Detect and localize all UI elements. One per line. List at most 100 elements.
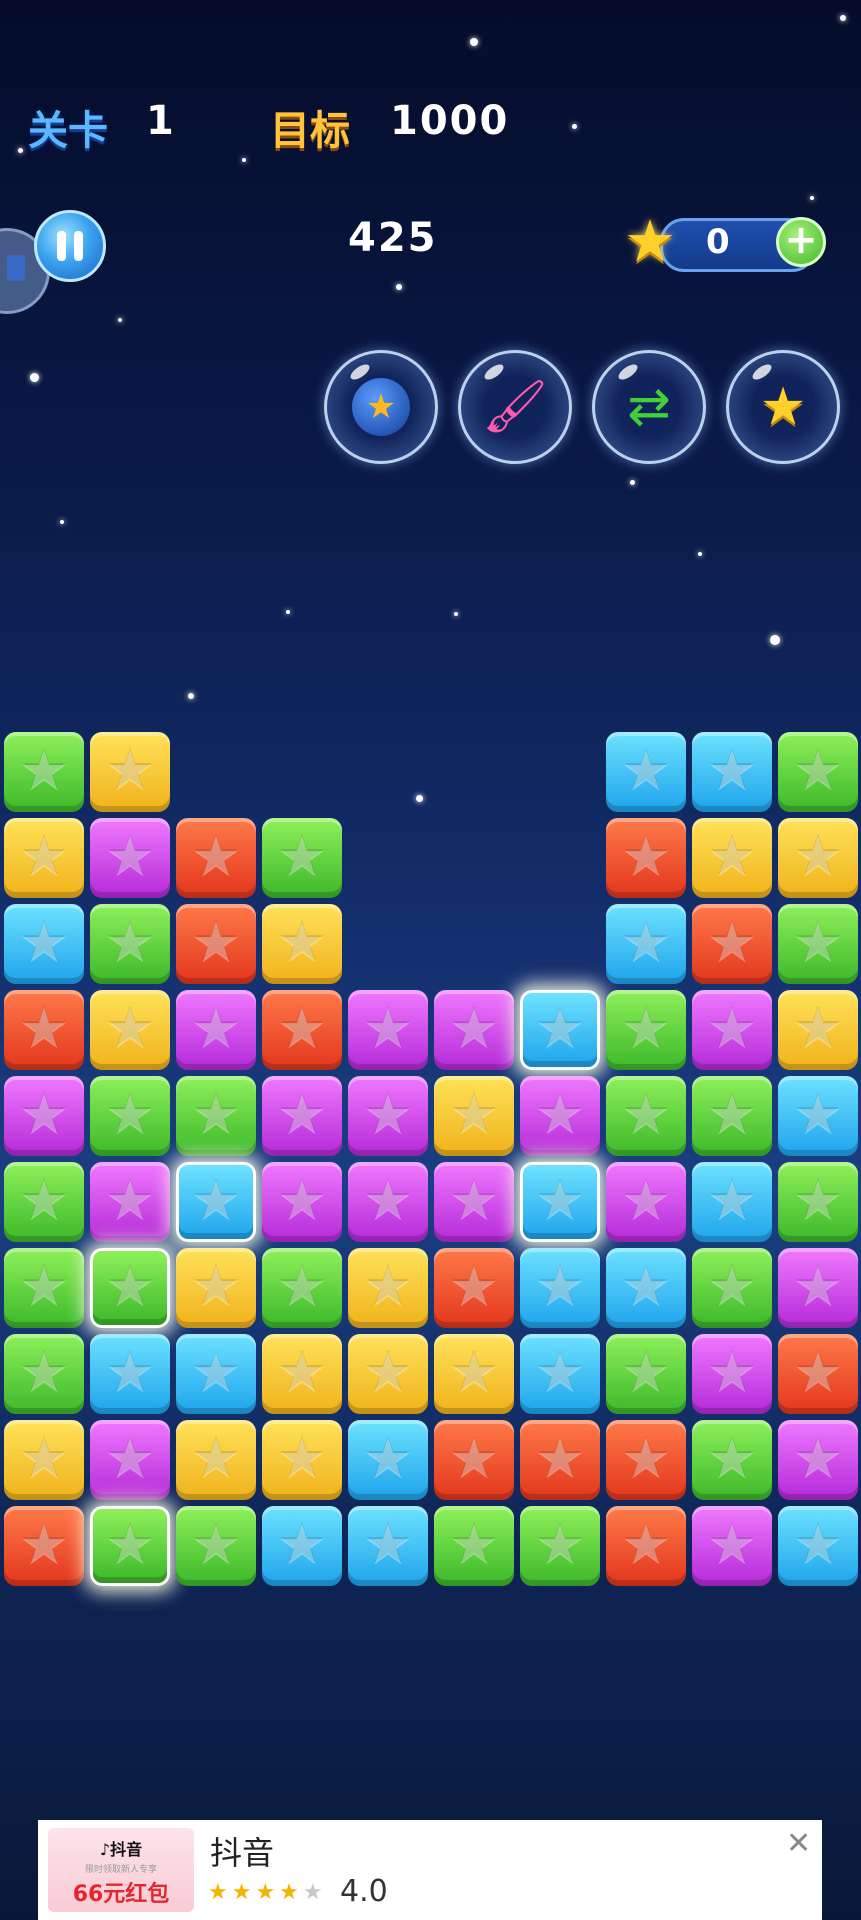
star-tile-green[interactable]: ★ — [90, 1506, 170, 1586]
star-tile-purple[interactable]: ★ — [520, 1076, 600, 1156]
star-tile-yellow[interactable]: ★ — [434, 1076, 514, 1156]
star-tile-purple[interactable]: ★ — [348, 1162, 428, 1242]
star-tile-yellow[interactable]: ★ — [4, 818, 84, 898]
star-tile-red[interactable]: ★ — [520, 1420, 600, 1500]
star-tile-purple[interactable]: ★ — [90, 818, 170, 898]
star-tile-blue[interactable]: ★ — [262, 1506, 342, 1586]
powerup-video-star-button[interactable]: ★ — [726, 350, 840, 464]
star-tile-yellow[interactable]: ★ — [262, 1420, 342, 1500]
star-tile-yellow[interactable]: ★ — [176, 1420, 256, 1500]
star-tile-yellow[interactable]: ★ — [778, 818, 858, 898]
star-tile-purple[interactable]: ★ — [692, 990, 772, 1070]
star-tile-yellow[interactable]: ★ — [778, 990, 858, 1070]
star-tile-purple[interactable]: ★ — [778, 1420, 858, 1500]
add-coins-button[interactable]: + — [776, 217, 826, 267]
star-tile-green[interactable]: ★ — [4, 1334, 84, 1414]
star-tile-red[interactable]: ★ — [692, 904, 772, 984]
star-tile-green[interactable]: ★ — [4, 1248, 84, 1328]
star-tile-green[interactable]: ★ — [176, 1506, 256, 1586]
ad-thumbnail[interactable]: ♪抖音 限时领取新人专享 66元红包 — [48, 1828, 194, 1912]
star-tile-yellow[interactable]: ★ — [176, 1248, 256, 1328]
star-tile-purple[interactable]: ★ — [778, 1248, 858, 1328]
star-tile-green[interactable]: ★ — [434, 1506, 514, 1586]
star-tile-blue[interactable]: ★ — [606, 1248, 686, 1328]
star-tile-yellow[interactable]: ★ — [348, 1334, 428, 1414]
star-tile-blue[interactable]: ★ — [348, 1506, 428, 1586]
star-tile-blue[interactable]: ★ — [606, 904, 686, 984]
star-tile-red[interactable]: ★ — [434, 1420, 514, 1500]
star-tile-green[interactable]: ★ — [176, 1076, 256, 1156]
star-tile-green[interactable]: ★ — [4, 1162, 84, 1242]
star-tile-green[interactable]: ★ — [4, 732, 84, 812]
star-tile-purple[interactable]: ★ — [4, 1076, 84, 1156]
star-tile-red[interactable]: ★ — [434, 1248, 514, 1328]
star-tile-green[interactable]: ★ — [520, 1506, 600, 1586]
star-tile-blue[interactable]: ★ — [692, 732, 772, 812]
star-tile-red[interactable]: ★ — [606, 818, 686, 898]
star-tile-blue[interactable]: ★ — [692, 1162, 772, 1242]
star-icon: ★ — [276, 1341, 328, 1406]
star-tile-green[interactable]: ★ — [692, 1248, 772, 1328]
star-tile-green[interactable]: ★ — [606, 1076, 686, 1156]
star-tile-yellow[interactable]: ★ — [262, 1334, 342, 1414]
star-tile-purple[interactable]: ★ — [90, 1162, 170, 1242]
star-tile-purple[interactable]: ★ — [348, 990, 428, 1070]
star-tile-purple[interactable]: ★ — [90, 1420, 170, 1500]
star-tile-blue[interactable]: ★ — [176, 1162, 256, 1242]
ad-banner[interactable]: ♪抖音 限时领取新人专享 66元红包 抖音 ★★★★★ 4.0 ✕ — [38, 1820, 822, 1920]
star-tile-blue[interactable]: ★ — [606, 732, 686, 812]
star-tile-red[interactable]: ★ — [262, 990, 342, 1070]
pause-button[interactable] — [34, 210, 106, 282]
star-tile-yellow[interactable]: ★ — [262, 904, 342, 984]
star-tile-purple[interactable]: ★ — [606, 1162, 686, 1242]
star-tile-green[interactable]: ★ — [692, 1420, 772, 1500]
star-tile-yellow[interactable]: ★ — [4, 1420, 84, 1500]
star-tile-green[interactable]: ★ — [692, 1076, 772, 1156]
star-tile-red[interactable]: ★ — [606, 1506, 686, 1586]
star-tile-green[interactable]: ★ — [90, 904, 170, 984]
star-tile-red[interactable]: ★ — [4, 990, 84, 1070]
star-tile-purple[interactable]: ★ — [262, 1076, 342, 1156]
star-tile-red[interactable]: ★ — [778, 1334, 858, 1414]
star-tile-purple[interactable]: ★ — [262, 1162, 342, 1242]
star-tile-green[interactable]: ★ — [778, 904, 858, 984]
star-tile-yellow[interactable]: ★ — [90, 732, 170, 812]
star-tile-blue[interactable]: ★ — [778, 1506, 858, 1586]
star-tile-green[interactable]: ★ — [262, 1248, 342, 1328]
star-tile-purple[interactable]: ★ — [692, 1334, 772, 1414]
star-tile-purple[interactable]: ★ — [434, 990, 514, 1070]
powerup-bomb-button[interactable]: ★ — [324, 350, 438, 464]
star-tile-green[interactable]: ★ — [606, 990, 686, 1070]
star-tile-blue[interactable]: ★ — [348, 1420, 428, 1500]
star-tile-green[interactable]: ★ — [778, 732, 858, 812]
star-tile-blue[interactable]: ★ — [520, 1162, 600, 1242]
star-tile-blue[interactable]: ★ — [520, 1334, 600, 1414]
star-tile-purple[interactable]: ★ — [692, 1506, 772, 1586]
star-tile-green[interactable]: ★ — [90, 1248, 170, 1328]
star-tile-yellow[interactable]: ★ — [692, 818, 772, 898]
star-tile-purple[interactable]: ★ — [176, 990, 256, 1070]
star-tile-red[interactable]: ★ — [176, 818, 256, 898]
star-tile-blue[interactable]: ★ — [520, 990, 600, 1070]
star-tile-red[interactable]: ★ — [176, 904, 256, 984]
star-tile-red[interactable]: ★ — [606, 1420, 686, 1500]
ad-close-button[interactable]: ✕ — [786, 1826, 811, 1861]
star-tile-yellow[interactable]: ★ — [348, 1248, 428, 1328]
star-tile-blue[interactable]: ★ — [4, 904, 84, 984]
star-tile-red[interactable]: ★ — [4, 1506, 84, 1586]
star-tile-yellow[interactable]: ★ — [90, 990, 170, 1070]
star-tile-green[interactable]: ★ — [606, 1334, 686, 1414]
star-tile-blue[interactable]: ★ — [778, 1076, 858, 1156]
powerup-swap-button[interactable]: ⇄ — [592, 350, 706, 464]
star-tile-yellow[interactable]: ★ — [434, 1334, 514, 1414]
star-tile-green[interactable]: ★ — [778, 1162, 858, 1242]
star-tile-green[interactable]: ★ — [90, 1076, 170, 1156]
star-tile-purple[interactable]: ★ — [348, 1076, 428, 1156]
star-tile-purple[interactable]: ★ — [434, 1162, 514, 1242]
level-label: 关卡 — [28, 108, 108, 154]
powerup-brush-button[interactable]: 🖌 — [458, 350, 572, 464]
star-tile-blue[interactable]: ★ — [520, 1248, 600, 1328]
star-tile-blue[interactable]: ★ — [90, 1334, 170, 1414]
star-tile-green[interactable]: ★ — [262, 818, 342, 898]
star-tile-blue[interactable]: ★ — [176, 1334, 256, 1414]
